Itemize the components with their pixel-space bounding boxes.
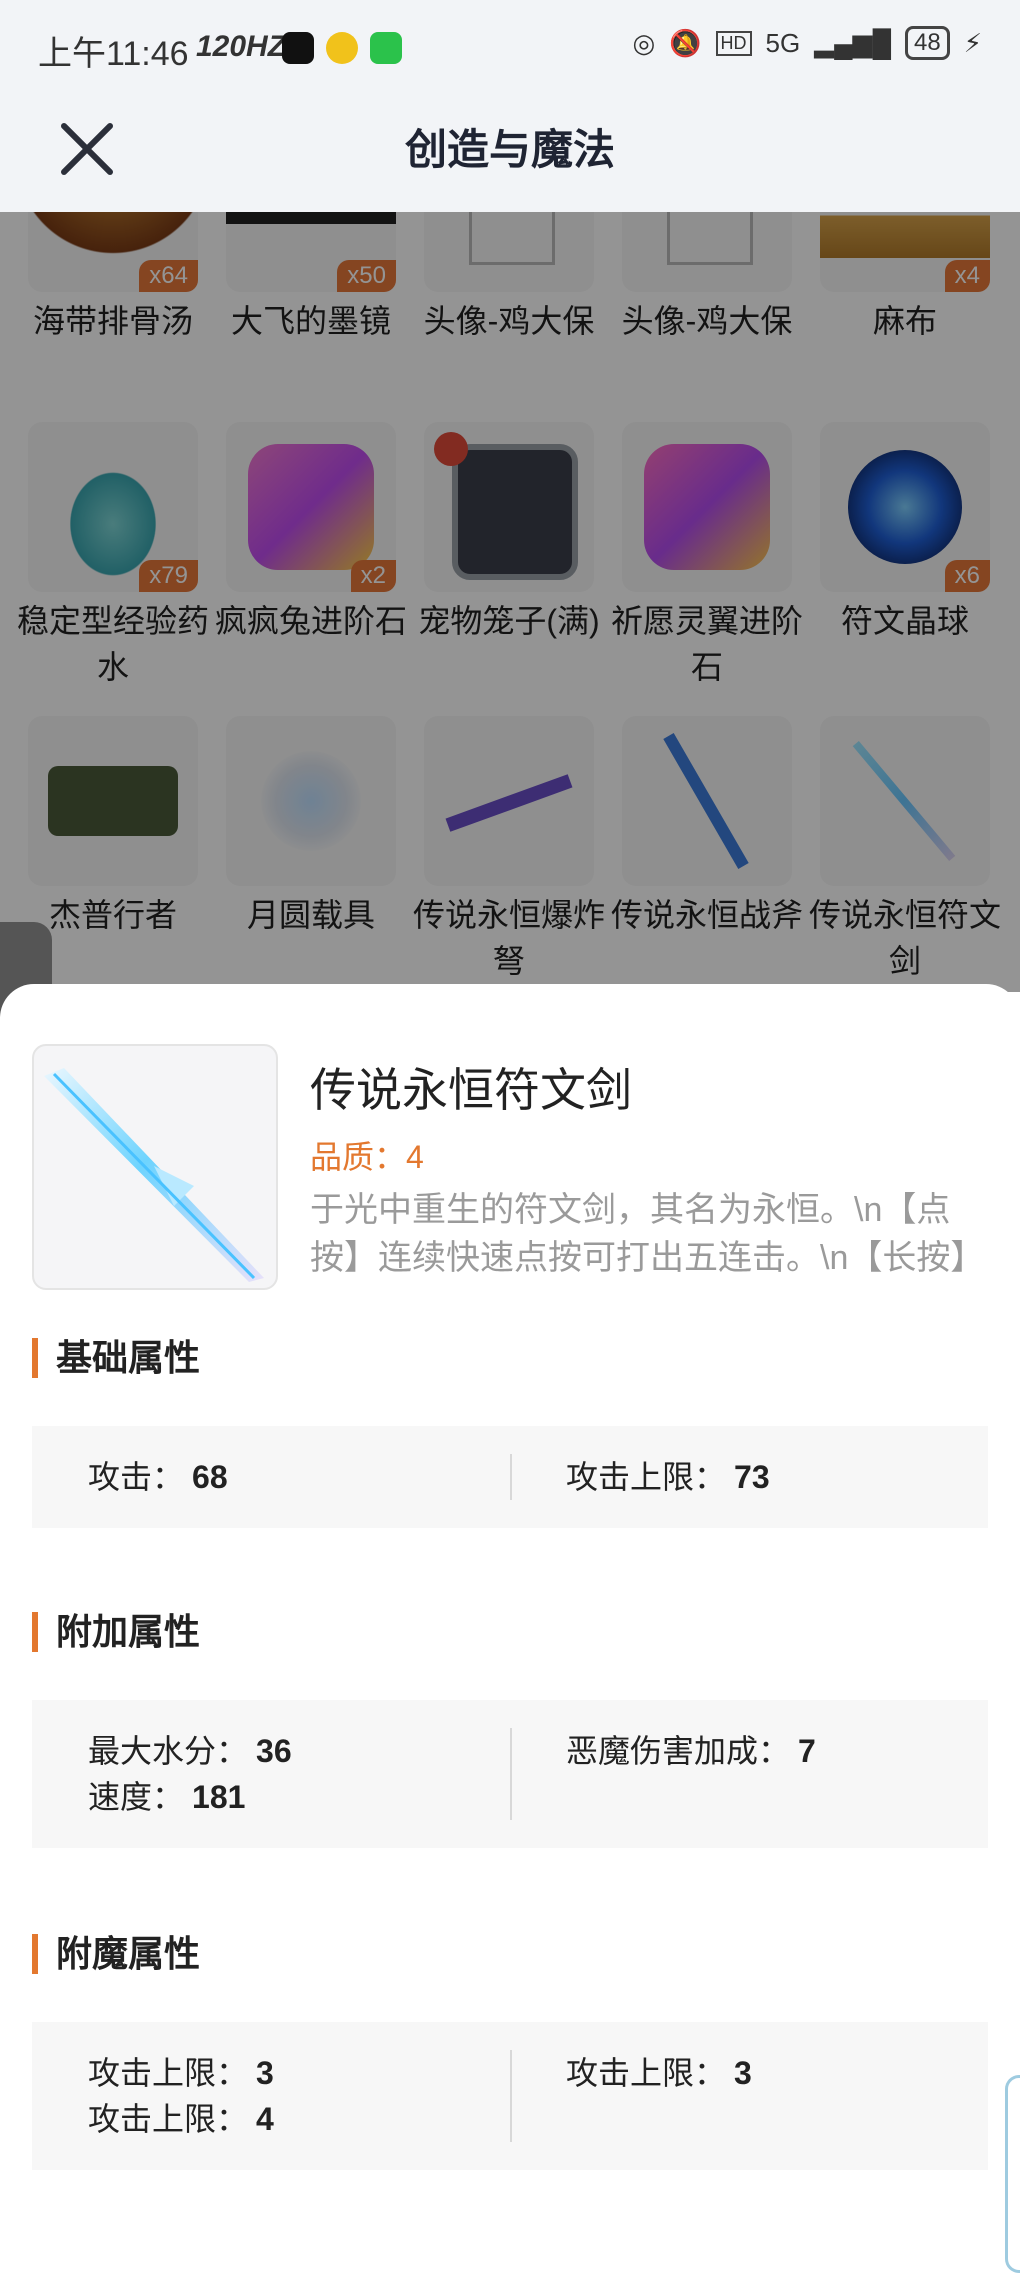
section-title-enchant: 附魔属性 [32, 1934, 200, 1974]
stat-label: 攻击上限： [88, 2055, 249, 2091]
status-right: ◎ 🔕 HD 5G ▂▄▆█ 48 ⚡ [632, 26, 982, 60]
stat-value: 181 [192, 1779, 246, 1815]
edge-handle[interactable] [1005, 2075, 1020, 2273]
stat-row: 攻击： 68 [88, 1454, 228, 1500]
enchant-stats-panel: 攻击上限： 3 攻击上限： 4 攻击上限： 3 [32, 2022, 988, 2170]
divider [510, 1454, 512, 1500]
stat-label: 攻击上限： [566, 2055, 727, 2091]
divider [510, 1728, 512, 1820]
section-title-base: 基础属性 [32, 1338, 200, 1378]
notification-icons [282, 32, 402, 64]
item-title: 传说永恒符文剑 [310, 1064, 632, 1116]
extra-stats-left: 最大水分： 36 速度： 181 [88, 1728, 292, 1876]
stat-value: 73 [734, 1459, 770, 1495]
base-stats-panel: 攻击： 68 攻击上限： 73 [32, 1426, 988, 1528]
rune-sword-icon [44, 1068, 264, 1282]
stat-value: 68 [192, 1459, 228, 1495]
page-title: 创造与魔法 [404, 126, 615, 173]
extra-stats-panel: 最大水分： 36 速度： 181 恶魔伤害加成： 7 [32, 1700, 988, 1848]
signal-icon: ▂▄▆█ [814, 27, 892, 58]
stat-value: 36 [256, 1733, 292, 1769]
stat-row: 恶魔伤害加成： 7 [566, 1728, 816, 1774]
stat-label: 最大水分： [88, 1733, 249, 1769]
hotspot-icon: ◎ [632, 27, 656, 58]
stat-row: 攻击上限： 73 [566, 1454, 770, 1500]
stat-row: 攻击上限： 3 [566, 2050, 752, 2096]
tiktok-icon [282, 32, 314, 64]
modal-backdrop[interactable] [0, 212, 1020, 992]
stat-value: 7 [798, 1733, 816, 1769]
stat-row: 速度： 181 [88, 1774, 292, 1820]
charging-icon: ⚡ [963, 27, 982, 58]
divider [510, 2050, 512, 2142]
stat-label: 恶魔伤害加成： [566, 1733, 791, 1769]
stat-label: 攻击上限： [88, 2101, 249, 2137]
refresh-rate: 120HZ [196, 30, 287, 63]
stat-label: 攻击上限： [566, 1459, 727, 1495]
extra-stats-right: 恶魔伤害加成： 7 [566, 1728, 816, 1876]
battery-icon: 48 [905, 26, 950, 60]
base-stats-right: 攻击上限： 73 [566, 1454, 770, 1556]
stat-value: 4 [256, 2101, 274, 2137]
item-quality: 品质：4 [310, 1139, 424, 1175]
item-description: 于光中重生的符文剑，其名为永恒。\n【点按】连续快速点按可打出五连击。\n【长按… [310, 1191, 985, 1277]
enchant-stats-left: 攻击上限： 3 攻击上限： 4 [88, 2050, 274, 2198]
stat-value: 3 [734, 2055, 752, 2091]
mute-icon: 🔕 [669, 27, 702, 58]
detail-thumbnail [32, 1044, 278, 1290]
status-time: 上午11:46 [38, 35, 189, 73]
item-detail-sheet: 传说永恒符文剑 品质：4 于光中重生的符文剑，其名为永恒。\n【点按】连续快速点… [0, 984, 1020, 2267]
stat-value: 3 [256, 2055, 274, 2091]
stat-label: 攻击： [88, 1459, 185, 1495]
stat-row: 攻击上限： 3 [88, 2050, 274, 2096]
stat-label: 速度： [88, 1779, 185, 1815]
wechat-icon [370, 32, 402, 64]
base-stats-left: 攻击： 68 [88, 1454, 228, 1556]
status-bar: 上午11:46 120HZ ◎ 🔕 HD 5G ▂▄▆█ 48 ⚡ [0, 0, 1020, 92]
stat-row: 攻击上限： 4 [88, 2096, 274, 2142]
enchant-stats-right: 攻击上限： 3 [566, 2050, 752, 2198]
stat-row: 最大水分： 36 [88, 1728, 292, 1774]
app-header: 创造与魔法 [0, 92, 1020, 212]
section-title-extra: 附加属性 [32, 1612, 200, 1652]
signal-label: 5G [765, 27, 801, 58]
app-icon [326, 32, 358, 64]
hd-icon: HD [715, 30, 752, 56]
